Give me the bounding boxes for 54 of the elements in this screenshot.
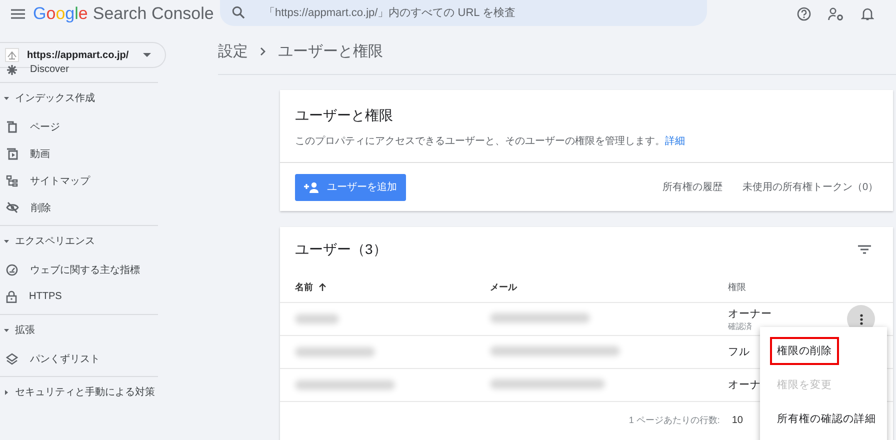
card-title: ユーザーと権限	[295, 107, 394, 125]
nav-section-header[interactable]: インデックス作成	[0, 83, 158, 113]
blurred-name	[295, 314, 339, 324]
lock-icon	[6, 290, 17, 303]
chevron-right-icon	[260, 46, 266, 56]
user-settings-icon[interactable]	[828, 7, 844, 21]
breadcrumb-item: ユーザーと権限	[278, 42, 383, 60]
nav-item[interactable]: サイトマップ	[0, 167, 158, 194]
video-icon	[6, 148, 18, 160]
table-cell: フル	[728, 345, 750, 359]
add-person-icon	[304, 182, 320, 192]
owner-link[interactable]: 所有権の履歴	[662, 180, 722, 194]
site-favicon	[5, 48, 19, 62]
learn-more-link[interactable]: 詳細	[665, 136, 685, 147]
hidden-eye-icon	[6, 202, 19, 213]
column-header[interactable]: 名前	[295, 280, 490, 294]
sitemap-icon	[6, 174, 18, 186]
rows-per-page-select[interactable]: 10	[732, 414, 743, 426]
nav-section-header[interactable]: エクスペリエンス	[0, 226, 158, 256]
search-icon	[232, 6, 245, 19]
breadcrumb-item[interactable]: 設定	[218, 42, 248, 60]
nav-item[interactable]: ページ	[0, 113, 158, 140]
asterisk-icon	[6, 64, 18, 76]
app-logo[interactable]: Google Search Console	[33, 4, 213, 24]
gauge-icon	[6, 264, 18, 276]
column-header: メール	[490, 280, 518, 294]
table-cell: オーナー	[728, 306, 772, 320]
table-cell: オーナ	[728, 378, 761, 392]
nav-section-header[interactable]: セキュリティと手動による対策	[0, 377, 158, 407]
sort-up-icon	[319, 283, 326, 291]
menu-item[interactable]: 所有権の確認の詳細	[770, 405, 883, 433]
rows-per-page-label: 1 ページあたりの行数:	[628, 414, 720, 426]
description-text: このプロパティにアクセスできるユーザーと、そのユーザーの権限を管理します。詳細	[295, 134, 686, 148]
add-user-button[interactable]: ユーザーを追加	[295, 174, 406, 200]
nav-item[interactable]: パンくずリスト	[0, 345, 158, 372]
layers-icon	[6, 352, 18, 364]
more-vert-icon	[860, 314, 862, 324]
filter-icon[interactable]	[858, 245, 871, 254]
nav-item[interactable]: 削除	[0, 194, 158, 221]
bell-icon[interactable]	[861, 7, 874, 21]
nav-item[interactable]: 動画	[0, 140, 158, 167]
pages-icon	[6, 120, 18, 132]
search-field[interactable]: 「https://appmart.co.jp/」内のすべての URL を検査	[220, 0, 707, 26]
owner-link[interactable]: 未使用の所有権トークン（0）	[742, 180, 878, 194]
menu-icon[interactable]	[11, 9, 25, 19]
nav-section-header[interactable]: 拡張	[0, 315, 158, 345]
nav-item[interactable]: HTTPS	[0, 283, 158, 310]
help-icon[interactable]	[797, 7, 811, 21]
verified-text: 確認済	[728, 320, 753, 332]
column-header: 権限	[728, 280, 746, 294]
nav-item[interactable]: ウェブに関する主な指標	[0, 256, 158, 283]
dropdown-caret-icon	[143, 53, 151, 57]
card-title: ユーザー（3）	[295, 240, 387, 258]
menu-item[interactable]: 権限の削除	[770, 337, 839, 365]
